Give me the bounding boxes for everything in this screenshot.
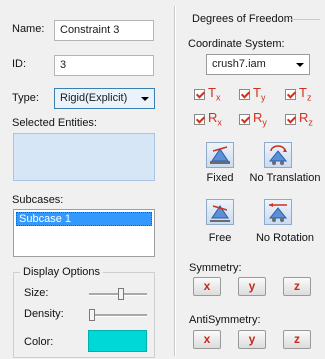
type-dropdown[interactable]: Rigid(Explicit) [54,88,155,109]
rz-checkbox[interactable] [285,114,296,125]
list-item[interactable]: Subcase 1 [16,212,152,226]
chevron-down-icon [296,63,304,67]
dof-title-rule [290,19,320,20]
color-swatch[interactable] [88,330,147,352]
tx-checkbox[interactable] [194,89,205,100]
rx-checkbox[interactable] [194,114,205,125]
ry-label: Ry [253,110,267,128]
rz-sub: z [308,117,313,128]
color-label: Color: [24,336,54,348]
divider-highlight [175,6,176,356]
subcases-label: Subcases: [12,194,64,206]
symmetry-z-button[interactable]: z [283,277,311,296]
display-options-title: Display Options [20,266,104,278]
no-translation-button[interactable] [264,142,292,168]
tz-checkbox[interactable] [285,89,296,100]
type-dropdown-value: Rigid(Explicit) [60,92,128,104]
fixed-button[interactable] [206,142,234,168]
tx-label: Tx [208,85,220,103]
fixed-support-icon [210,146,230,164]
antisymmetry-x-button[interactable]: x [193,330,221,349]
ty-label: Ty [253,85,265,103]
tz-letter: T [299,85,307,100]
selected-entities-box[interactable] [13,133,155,181]
rx-sub: x [217,117,222,128]
free-support-icon [210,205,230,222]
dof-title: Degrees of Freedom [192,13,293,25]
rz-letter: R [299,110,309,125]
free-button[interactable] [206,199,234,225]
symmetry-x-button[interactable]: x [193,277,221,296]
tx-sub: x [215,92,221,103]
antisymmetry-z-button[interactable]: z [283,330,311,349]
no-rotation-button[interactable] [264,199,292,225]
id-field[interactable]: 3 [54,55,154,76]
no-rotation-label: No Rotation [255,232,315,244]
tz-label: Tz [299,85,311,103]
antisymmetry-y-button[interactable]: y [238,330,266,349]
chevron-down-icon [141,97,149,101]
ty-sub: y [260,92,266,103]
rz-label: Rz [299,110,313,128]
name-field[interactable]: Constraint 3 [54,20,154,41]
coordinate-system-value: crush7.iam [212,58,266,70]
type-label: Type: [12,92,39,104]
density-slider-thumb[interactable] [89,309,95,321]
name-label: Name: [12,23,45,35]
symmetry-label: Symmetry: [189,262,242,274]
size-slider-thumb[interactable] [117,288,124,300]
rx-letter: R [208,110,218,125]
density-label: Density: [24,308,64,320]
size-label: Size: [24,287,49,299]
ty-checkbox[interactable] [239,89,250,100]
symmetry-y-button[interactable]: y [238,277,266,296]
antisymmetry-label: AntiSymmetry: [189,314,261,326]
ry-checkbox[interactable] [239,114,250,125]
id-label: ID: [12,58,27,70]
tz-sub: z [306,92,312,103]
free-label: Free [208,232,232,244]
ty-letter: T [253,85,261,100]
no-rotation-icon [268,203,288,222]
ry-letter: R [253,110,263,125]
coordinate-system-label: Coordinate System: [188,38,285,50]
no-translation-label: No Translation [249,172,321,184]
subcases-list[interactable]: Subcase 1 [13,209,155,257]
rx-label: Rx [208,110,222,128]
coordinate-system-dropdown[interactable]: crush7.iam [206,54,310,75]
ry-sub: y [262,117,267,128]
tx-letter: T [208,85,216,100]
density-slider-track[interactable] [89,314,147,317]
selected-entities-label: Selected Entities: [12,117,97,129]
no-translation-icon [268,145,288,165]
fixed-label: Fixed [206,172,234,184]
